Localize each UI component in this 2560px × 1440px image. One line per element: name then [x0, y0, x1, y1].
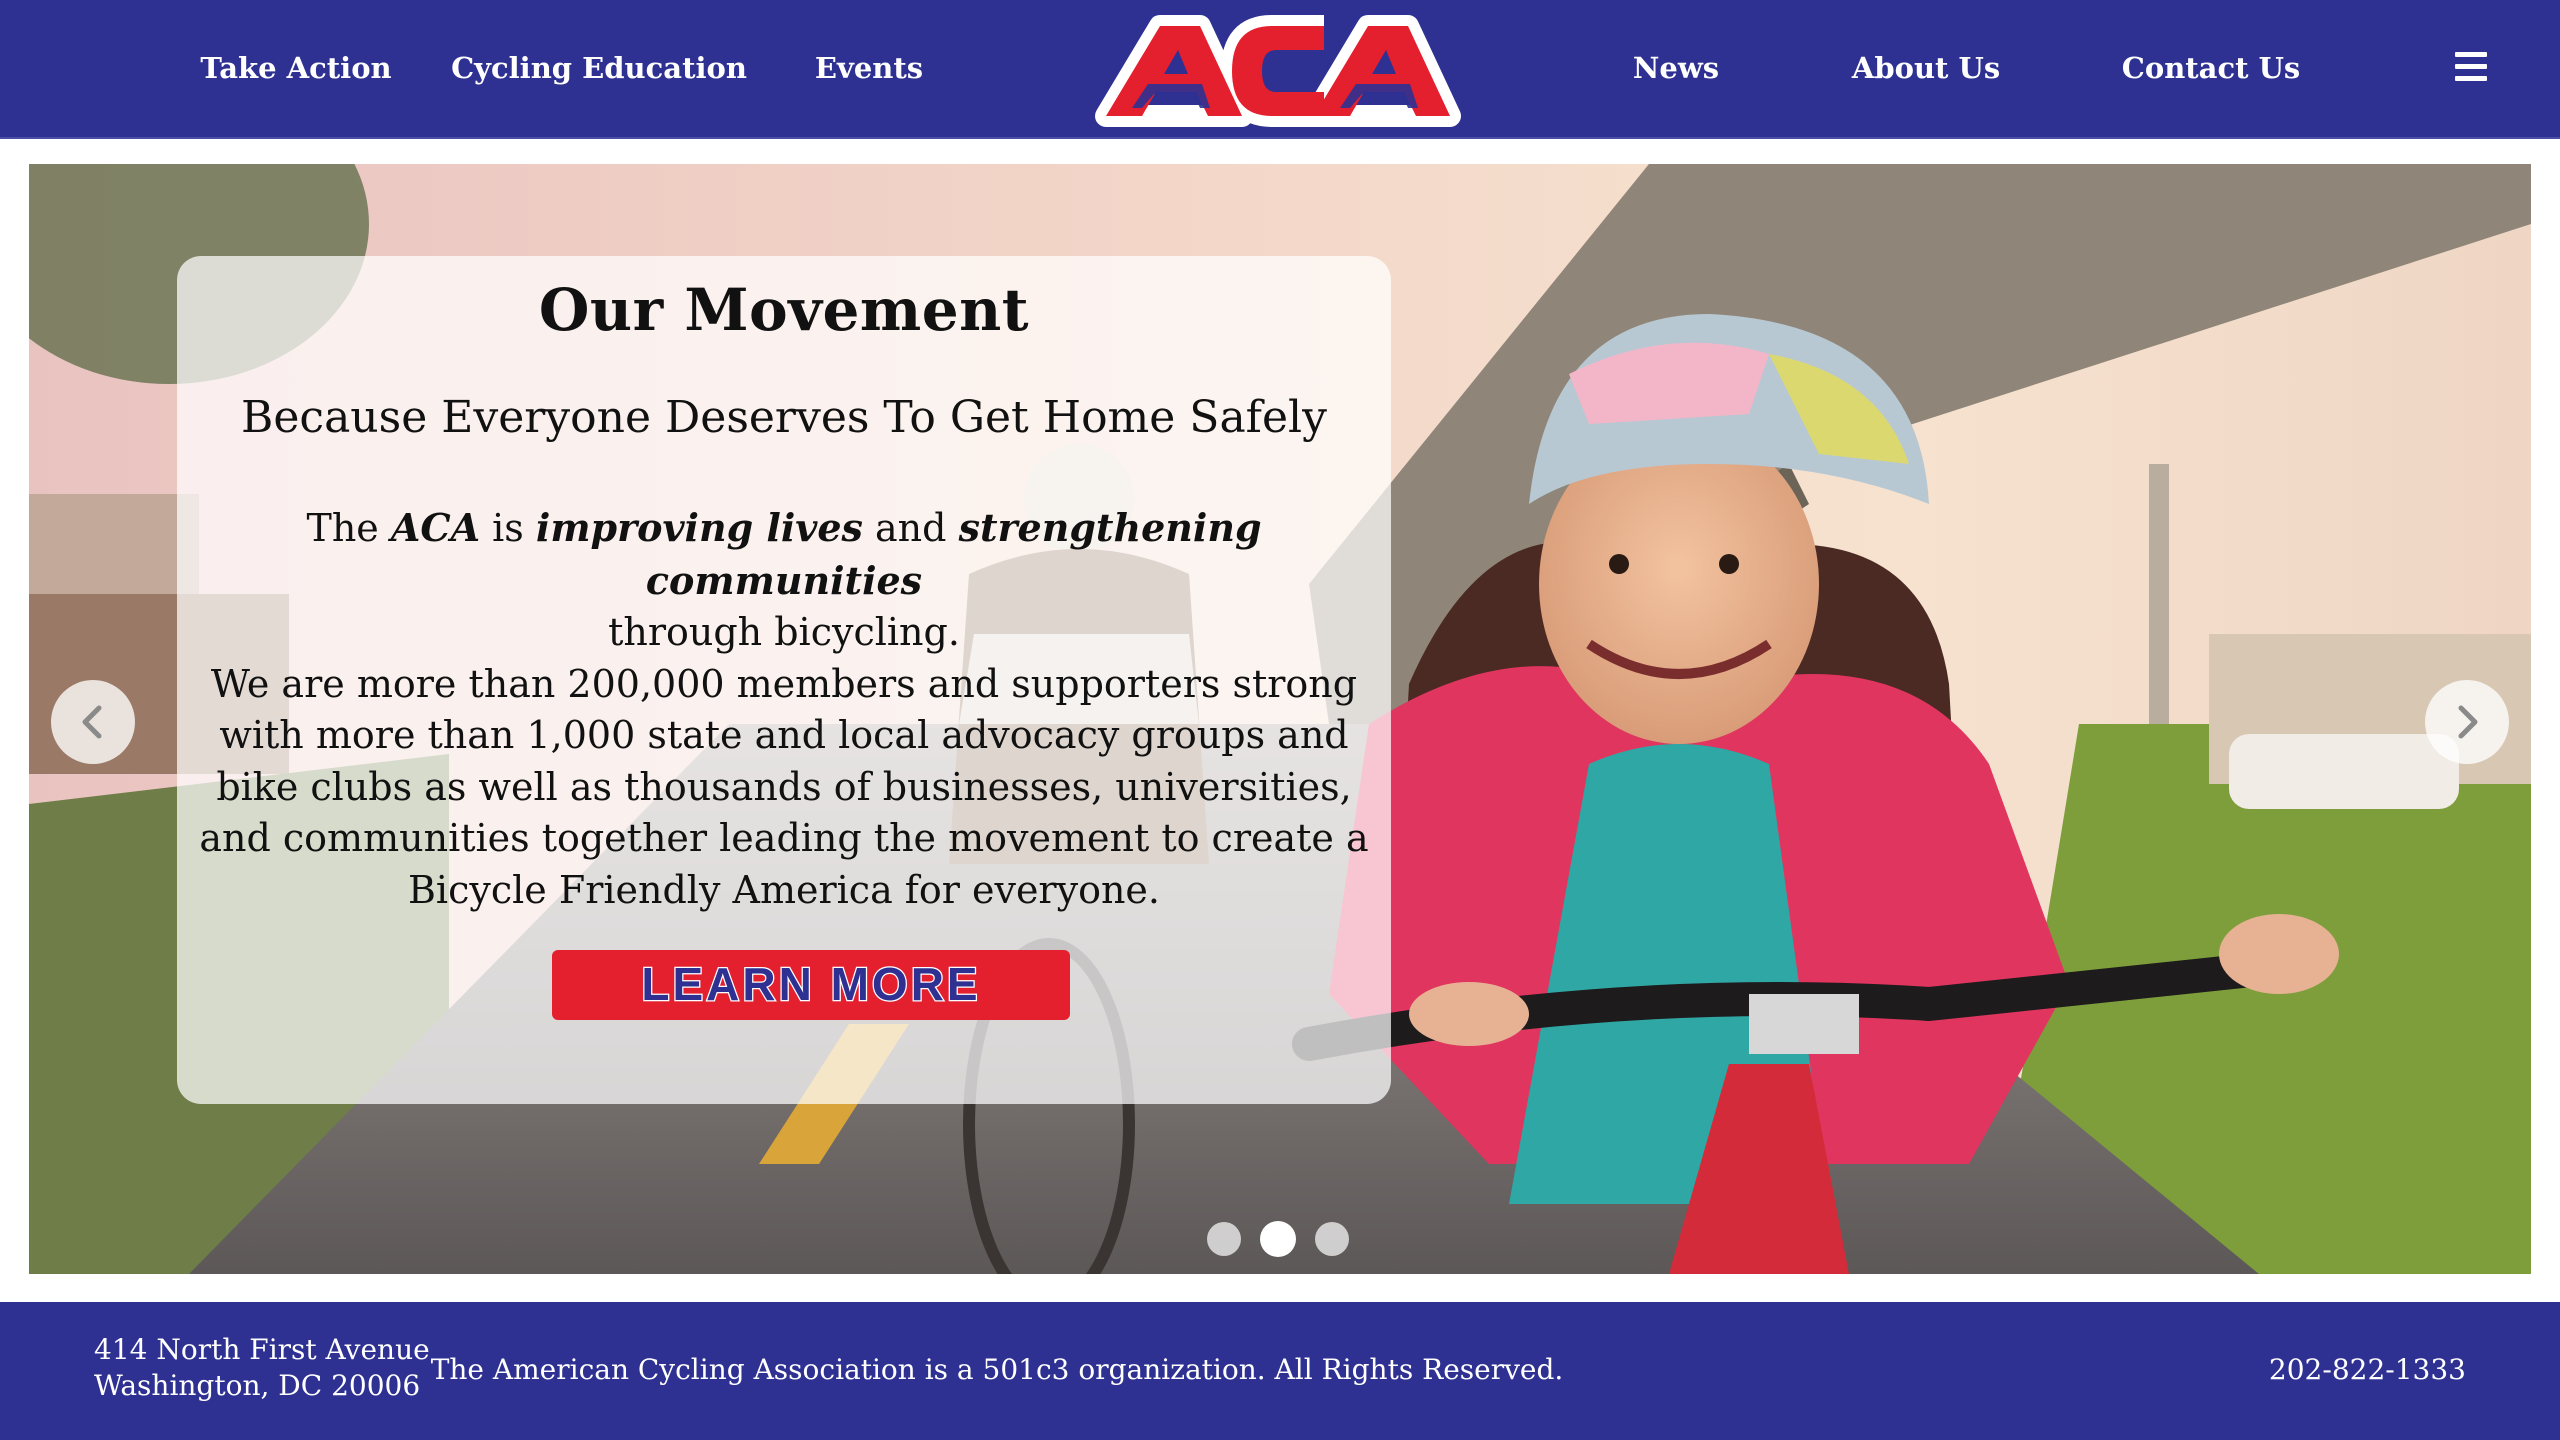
body-text-fragment: through bicycling.: [608, 610, 960, 654]
nav-news[interactable]: News: [1633, 44, 1719, 92]
chevron-right-icon: [2458, 705, 2478, 739]
nav-cycling-education[interactable]: Cycling Education: [451, 44, 747, 92]
nav-about-us[interactable]: About Us: [1852, 44, 2000, 92]
chevron-left-icon: [82, 705, 102, 739]
footer-phone[interactable]: 202-822-1333: [2269, 1352, 2466, 1388]
learn-more-label-art: LEARN MORE: [640, 957, 980, 1012]
body-text-fragment: and: [862, 506, 959, 550]
hero-carousel: Our Movement Because Everyone Deserves T…: [29, 164, 2531, 1274]
site-footer: 414 North First Avenue Washington, DC 20…: [0, 1302, 2560, 1440]
footer-legal: The American Cycling Association is a 50…: [0, 1352, 2560, 1388]
body-text-fragment: The: [306, 506, 391, 550]
nav-events[interactable]: Events: [815, 44, 923, 92]
learn-more-label: LEARN MORE: [641, 958, 980, 1010]
body-paragraph-members: We are more than 200,000 members and sup…: [199, 661, 1369, 912]
footer-legal-text: The American Cycling Association is a 50…: [430, 1353, 1564, 1386]
body-text-fragment: is: [480, 506, 536, 550]
body-emphasis-improving-lives: improving lives: [535, 505, 863, 550]
hero-title: Our Movement: [538, 276, 1030, 344]
hero-body-text: The ACA is improving lives and strengthe…: [197, 502, 1371, 916]
hero-text-panel: Our Movement Because Everyone Deserves T…: [177, 256, 1391, 1104]
carousel-prev-button[interactable]: [51, 680, 135, 764]
hero-subtitle: Because Everyone Deserves To Get Home Sa…: [241, 392, 1327, 443]
hamburger-menu-icon[interactable]: [2455, 52, 2487, 82]
aca-logo[interactable]: [1092, 12, 1464, 127]
learn-more-button[interactable]: LEARN MORE: [552, 950, 1070, 1020]
carousel-dot-1[interactable]: [1207, 1222, 1241, 1256]
carousel-next-button[interactable]: [2425, 680, 2509, 764]
carousel-dot-3[interactable]: [1315, 1222, 1349, 1256]
header-divider: [0, 137, 2560, 139]
nav-take-action[interactable]: Take Action: [200, 44, 391, 92]
body-emphasis-aca: ACA: [390, 505, 481, 550]
top-navigation-bar: Take Action Cycling Education Events New…: [0, 0, 2560, 137]
nav-contact-us[interactable]: Contact Us: [2122, 44, 2300, 92]
carousel-dot-2[interactable]: [1260, 1221, 1296, 1257]
